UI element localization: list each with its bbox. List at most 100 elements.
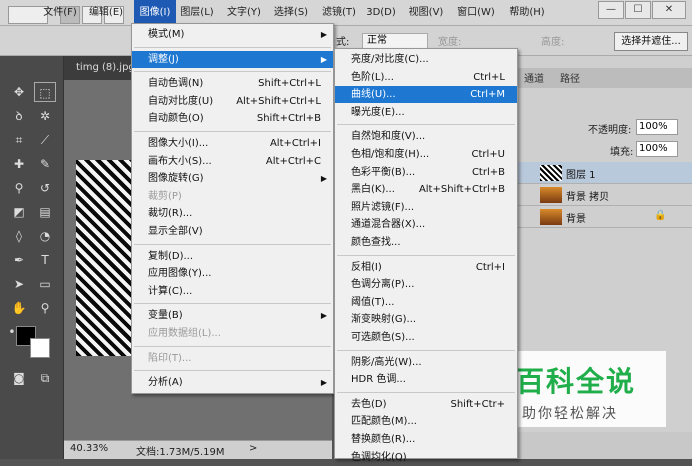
menu-separator bbox=[134, 131, 331, 132]
image_menu-item[interactable]: 自动色调(N) Shift+Ctrl+L bbox=[132, 75, 333, 92]
adjust_menu-item[interactable]: 色调分离(P)... bbox=[335, 276, 517, 293]
close-button[interactable]: ✕ bbox=[652, 1, 686, 19]
path-select-tool-icon[interactable]: ➤ bbox=[8, 274, 30, 294]
image_menu-item[interactable]: 计算(C)... bbox=[132, 283, 333, 300]
menu-1[interactable]: 编辑(E) bbox=[86, 0, 126, 26]
menu-item-shortcut: Ctrl+I bbox=[475, 261, 505, 273]
fill-input[interactable]: 100% bbox=[636, 141, 678, 157]
adjust_menu-item[interactable]: 黑白(K)... Alt+Shift+Ctrl+B bbox=[335, 181, 517, 198]
adjust_menu-item[interactable]: 色彩平衡(B)... Ctrl+B bbox=[335, 164, 517, 181]
layer-thumbnail bbox=[540, 187, 562, 203]
menu-item-label: 陷印(T)... bbox=[148, 352, 192, 364]
adjust_menu-item[interactable]: 去色(D) Shift+Ctr+ bbox=[335, 396, 517, 413]
panel-tabs bbox=[518, 68, 692, 88]
history-brush-tool-icon[interactable]: ↺ bbox=[34, 178, 56, 198]
adjust_menu-item[interactable]: 匹配颜色(M)... bbox=[335, 413, 517, 430]
gradient-tool-icon[interactable]: ▤ bbox=[34, 202, 56, 222]
image_menu-item[interactable]: 显示全部(V) bbox=[132, 223, 333, 240]
menu-item-label: 模式(M) bbox=[148, 29, 185, 40]
background-color-swatch[interactable] bbox=[30, 338, 50, 358]
eraser-tool-icon[interactable]: ◩ bbox=[8, 202, 30, 222]
minimize-button[interactable]: — bbox=[598, 1, 624, 19]
adjust_menu-item[interactable]: 曝光度(E)... bbox=[335, 104, 517, 121]
magic-wand-tool-icon[interactable]: ✲ bbox=[34, 106, 56, 126]
adjust_menu-item[interactable]: 反相(I) Ctrl+I bbox=[335, 259, 517, 276]
rectangle-tool-icon[interactable]: ▭ bbox=[34, 274, 56, 294]
zoom-level[interactable]: 40.33% bbox=[70, 443, 108, 454]
adjust_menu-item[interactable]: 渐变映射(G)... bbox=[335, 311, 517, 328]
image_menu-item[interactable]: 图像大小(I)... Alt+Ctrl+I bbox=[132, 135, 333, 152]
dodge-tool-icon[interactable]: ◔ bbox=[34, 226, 56, 246]
image_menu-item[interactable]: 调整(J) ▶ bbox=[132, 50, 333, 68]
eyedropper-tool-icon[interactable]: ⟋ bbox=[34, 130, 56, 150]
adjust_menu-item[interactable]: 亮度/对比度(C)... bbox=[335, 51, 517, 68]
select-and-mask-button[interactable]: 选择并遮住... bbox=[614, 32, 688, 51]
layer-row[interactable]: 图层 1 bbox=[518, 162, 692, 184]
brush-tool-icon[interactable]: ✎ bbox=[34, 154, 56, 174]
pen-tool-icon[interactable]: ✒ bbox=[8, 250, 30, 270]
screen-mode-icon[interactable]: ⧉ bbox=[34, 368, 56, 388]
menu-item-shortcut: Alt+Ctrl+I bbox=[269, 138, 321, 149]
image_menu-item[interactable]: 自动颜色(O) Shift+Ctrl+B bbox=[132, 110, 333, 127]
image_menu-item[interactable]: 分析(A) ▶ bbox=[132, 374, 333, 391]
adjust_menu-item[interactable]: 照片滤镜(F)... bbox=[335, 199, 517, 216]
image_menu-item[interactable]: 自动对比度(U) Alt+Shift+Ctrl+L bbox=[132, 93, 333, 110]
opacity-input[interactable]: 100% bbox=[636, 119, 678, 135]
adjust_menu-item[interactable]: 色阶(L)... Ctrl+L bbox=[335, 69, 517, 86]
status-menu-arrow[interactable]: > bbox=[249, 443, 257, 454]
image_menu-item[interactable]: 裁切(R)... bbox=[132, 205, 333, 222]
adjust_menu-item[interactable]: 阈值(T)... bbox=[335, 294, 517, 311]
image-menu: 模式(M) ▶ 调整(J) ▶ 自动色调(N) Shift+Ctrl+L 自动对比度(U) A… bbox=[131, 23, 334, 394]
adjust_menu-item[interactable]: 替换颜色(R)... bbox=[335, 431, 517, 448]
menu-7[interactable]: 3D(D) bbox=[366, 0, 396, 26]
submenu-arrow-icon: ▶ bbox=[320, 54, 327, 64]
stamp-tool-icon[interactable]: ⚲ bbox=[8, 178, 30, 198]
menu-9[interactable]: 窗口(W) bbox=[455, 0, 497, 26]
image_menu-item[interactable]: 应用图像(Y)... bbox=[132, 265, 333, 282]
image_menu-item[interactable]: 复制(D)... bbox=[132, 248, 333, 265]
lasso-tool-icon[interactable]: ꝺ bbox=[8, 106, 30, 126]
image_menu-item[interactable]: 图像旋转(G) ▶ bbox=[132, 170, 333, 187]
menu-item-shortcut: Ctrl+B bbox=[471, 166, 505, 178]
menu-item-label: 反相(I) bbox=[351, 261, 382, 273]
menu-item-label: 自动颜色(O) bbox=[148, 113, 204, 125]
menu-0[interactable]: 文件(F) bbox=[40, 0, 80, 26]
submenu-arrow-icon: ▶ bbox=[320, 378, 327, 388]
marquee-tool-icon[interactable]: ⬚ bbox=[34, 82, 56, 102]
menu-10[interactable]: 帮助(H) bbox=[506, 0, 548, 26]
watermark-subtitle: 助你轻松解决 bbox=[522, 406, 618, 422]
layer-row[interactable]: 背景 🔒 bbox=[518, 206, 692, 228]
adjust_menu-item[interactable]: 曲线(U)... Ctrl+M bbox=[335, 86, 517, 104]
image_menu-item[interactable]: 变量(B) ▶ bbox=[132, 307, 333, 324]
adjust_menu-item[interactable]: 色相/饱和度(H)... Ctrl+U bbox=[335, 146, 517, 163]
adjust_menu-item[interactable]: 自然饱和度(V)... bbox=[335, 128, 517, 145]
hand-tool-icon[interactable]: ✋ bbox=[8, 298, 30, 318]
adjust_menu-item[interactable]: 阴影/高光(W)... bbox=[335, 354, 517, 371]
adjust_menu-item[interactable]: 可选颜色(S)... bbox=[335, 329, 517, 346]
adjust_menu-item[interactable]: 颜色查找... bbox=[335, 234, 517, 251]
healing-brush-tool-icon[interactable]: ✚ bbox=[8, 154, 30, 174]
menu-8[interactable]: 视图(V) bbox=[405, 0, 447, 26]
tab-channels[interactable]: 通道 bbox=[524, 70, 544, 85]
move-tool-icon[interactable]: ✥ bbox=[8, 82, 30, 102]
tab-paths[interactable]: 路径 bbox=[560, 70, 580, 85]
menu-item-label: 复制(D)... bbox=[148, 250, 194, 262]
zoom-tool-icon[interactable]: ⚲ bbox=[34, 298, 56, 318]
image_menu-item[interactable]: 画布大小(S)... Alt+Ctrl+C bbox=[132, 153, 333, 170]
style-label: 式: bbox=[336, 37, 350, 48]
image_menu-item[interactable]: 模式(M) ▶ bbox=[132, 26, 333, 43]
style-select[interactable]: 正常 bbox=[362, 33, 428, 49]
document-canvas[interactable] bbox=[76, 160, 132, 356]
crop-tool-icon[interactable]: ⌗ bbox=[8, 130, 30, 150]
type-tool-icon[interactable]: T bbox=[34, 250, 56, 270]
menu-separator bbox=[134, 345, 331, 347]
menu-item-label: 应用图像(Y)... bbox=[148, 268, 212, 280]
adjust_menu-item[interactable]: 通道混合器(X)... bbox=[335, 216, 517, 233]
maximize-button[interactable]: ☐ bbox=[625, 1, 651, 19]
adjust_menu-item[interactable]: 色调均化(Q) bbox=[335, 449, 517, 466]
layer-row[interactable]: 背景 拷贝 bbox=[518, 184, 692, 206]
blur-tool-icon[interactable]: ◊ bbox=[8, 226, 30, 246]
adjustments-submenu: 亮度/对比度(C)... 色阶(L)... Ctrl+L 曲线(U)... Ctrl+M… bbox=[334, 48, 518, 463]
quick-mask-icon[interactable]: ◙ bbox=[8, 368, 30, 388]
adjust_menu-item[interactable]: HDR 色调... bbox=[335, 371, 517, 388]
